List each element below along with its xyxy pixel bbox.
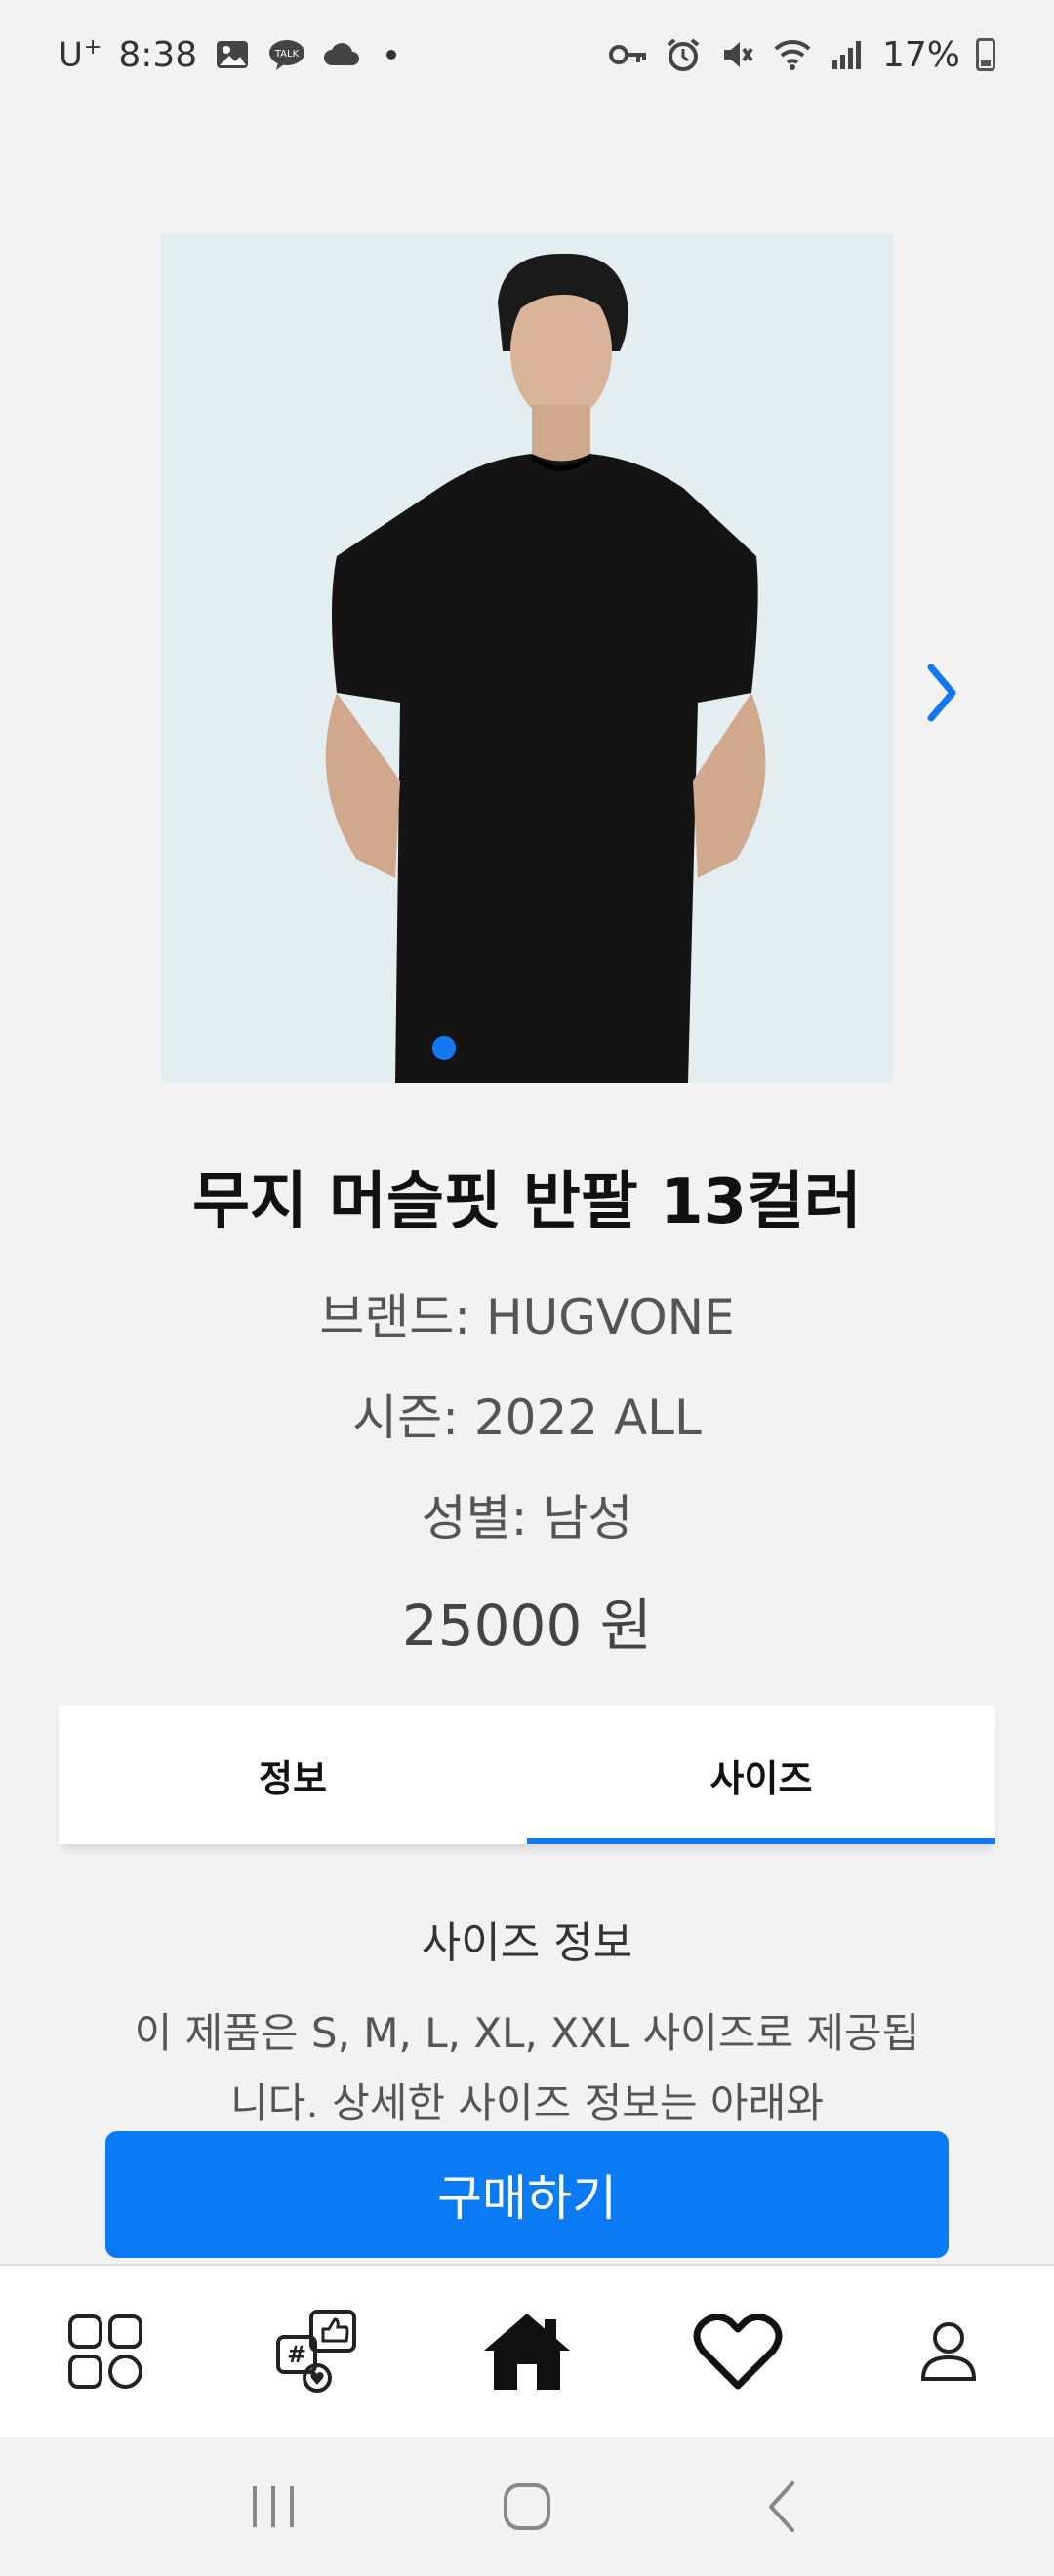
svg-text:#: # xyxy=(287,2341,306,2368)
alarm-icon xyxy=(664,35,703,74)
product-image-carousel[interactable] xyxy=(161,234,893,1083)
signal-icon xyxy=(828,35,867,74)
tab-size[interactable]: 사이즈 xyxy=(527,1706,995,1844)
battery-percent: 17% xyxy=(881,34,960,75)
size-section-body: 이 제품은 S, M, L, XL, XXL 사이즈로 제공됩니다. 상세한 사… xyxy=(134,2009,920,2127)
chevron-right-icon xyxy=(927,664,956,722)
system-home-button[interactable] xyxy=(478,2458,576,2556)
season-line: 시즌: 2022 ALL xyxy=(352,1389,702,1446)
nav-home[interactable] xyxy=(468,2293,586,2410)
bottom-nav: # xyxy=(0,2264,1054,2437)
mute-icon xyxy=(718,35,757,74)
system-back-button[interactable] xyxy=(732,2458,830,2556)
gender-line: 성별: 남성 xyxy=(421,1490,633,1547)
status-bar-left: U+ 8:38 TALK xyxy=(59,34,397,75)
recents-button[interactable] xyxy=(224,2458,322,2556)
nav-wishlist[interactable] xyxy=(679,2293,796,2410)
home-circle-icon xyxy=(504,2483,550,2530)
brand-line: 브랜드: HUGVONE xyxy=(319,1289,735,1346)
cloud-icon xyxy=(322,35,361,74)
status-bar-right: 17% xyxy=(608,34,995,75)
buy-button[interactable]: 구매하기 xyxy=(105,2131,949,2258)
battery-icon xyxy=(976,38,995,71)
tab-info[interactable]: 정보 xyxy=(59,1706,527,1844)
key-icon xyxy=(608,35,648,74)
nav-community[interactable]: # xyxy=(258,2293,375,2410)
nav-my-page[interactable] xyxy=(890,2293,1007,2410)
product-detail-screen: U+ 8:38 TALK 17% 무지 머슬핏 반팔 13컬러 브랜드: HUG… xyxy=(0,0,1054,2576)
community-icon: # xyxy=(276,2310,356,2393)
size-section-title: 사이즈 정보 xyxy=(421,1918,633,1968)
nav-categories[interactable] xyxy=(47,2293,164,2410)
grid-icon xyxy=(68,2314,142,2389)
status-bar: U+ 8:38 TALK 17% xyxy=(0,0,1054,109)
carrier-label: U+ xyxy=(59,34,103,75)
product-photo xyxy=(161,234,893,1083)
carousel-next-button[interactable] xyxy=(917,654,966,732)
price-line: 25000 원 xyxy=(401,1592,653,1659)
home-icon xyxy=(484,2314,570,2390)
system-nav-bar xyxy=(0,2437,1054,2576)
svg-text:TALK: TALK xyxy=(274,49,300,60)
detail-tabs: 정보 사이즈 xyxy=(59,1706,995,1844)
carousel-indicator-dot[interactable] xyxy=(432,1036,456,1060)
product-title: 무지 머슬핏 반팔 13컬러 xyxy=(192,1166,862,1238)
back-icon xyxy=(769,2481,794,2532)
wifi-icon xyxy=(773,35,812,74)
clock: 8:38 xyxy=(118,34,198,75)
recents-icon xyxy=(253,2486,294,2527)
notification-dot xyxy=(386,50,397,60)
user-icon xyxy=(920,2322,977,2381)
kakaotalk-icon: TALK xyxy=(267,35,306,74)
heart-icon xyxy=(693,2314,783,2390)
gallery-icon xyxy=(213,35,252,74)
